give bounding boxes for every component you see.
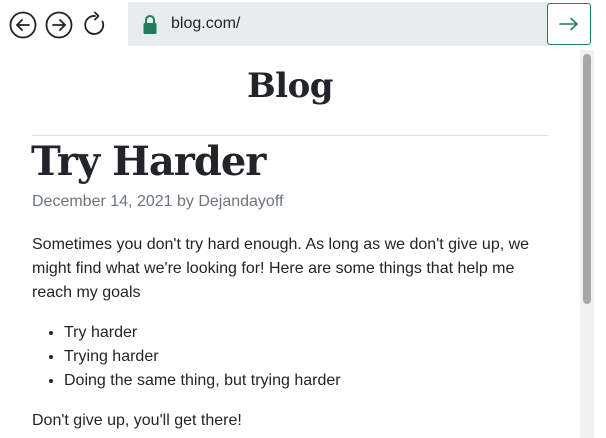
post-title: Try Harder — [31, 138, 266, 185]
reload-button[interactable] — [81, 11, 109, 39]
arrow-left-circle-icon — [9, 11, 37, 39]
post-intro: Sometimes you don't try hard enough. As … — [32, 236, 530, 301]
arrow-right-circle-icon — [45, 11, 73, 39]
list-item: Try harder — [64, 321, 341, 345]
reload-icon — [84, 11, 105, 35]
post-body: Sometimes you don't try hard enough. As … — [32, 233, 542, 305]
list-item: Doing the same thing, but trying harder — [64, 369, 341, 393]
page-viewport: Blog Try Harder December 14, 2021 by Dej… — [0, 50, 580, 438]
post-meta: December 14, 2021 by Dejandayoff — [32, 193, 284, 210]
post-list: Try harder Trying harder Doing the same … — [32, 321, 341, 393]
list-item: Trying harder — [64, 345, 341, 369]
forward-button[interactable] — [45, 11, 73, 39]
address-bar[interactable]: blog.com/ — [128, 2, 548, 46]
post-closing: Don't give up, you'll get there! — [32, 412, 242, 429]
scrollbar-thumb[interactable] — [583, 54, 591, 304]
lock-icon — [143, 15, 157, 34]
vertical-scrollbar[interactable] — [580, 50, 594, 438]
header-divider — [32, 135, 548, 136]
back-button[interactable] — [9, 11, 37, 39]
arrow-right-icon — [559, 17, 578, 31]
browser-toolbar: blog.com/ — [0, 0, 606, 50]
site-title[interactable]: Blog — [0, 66, 580, 106]
go-button[interactable] — [547, 3, 591, 45]
address-text: blog.com/ — [171, 15, 241, 32]
